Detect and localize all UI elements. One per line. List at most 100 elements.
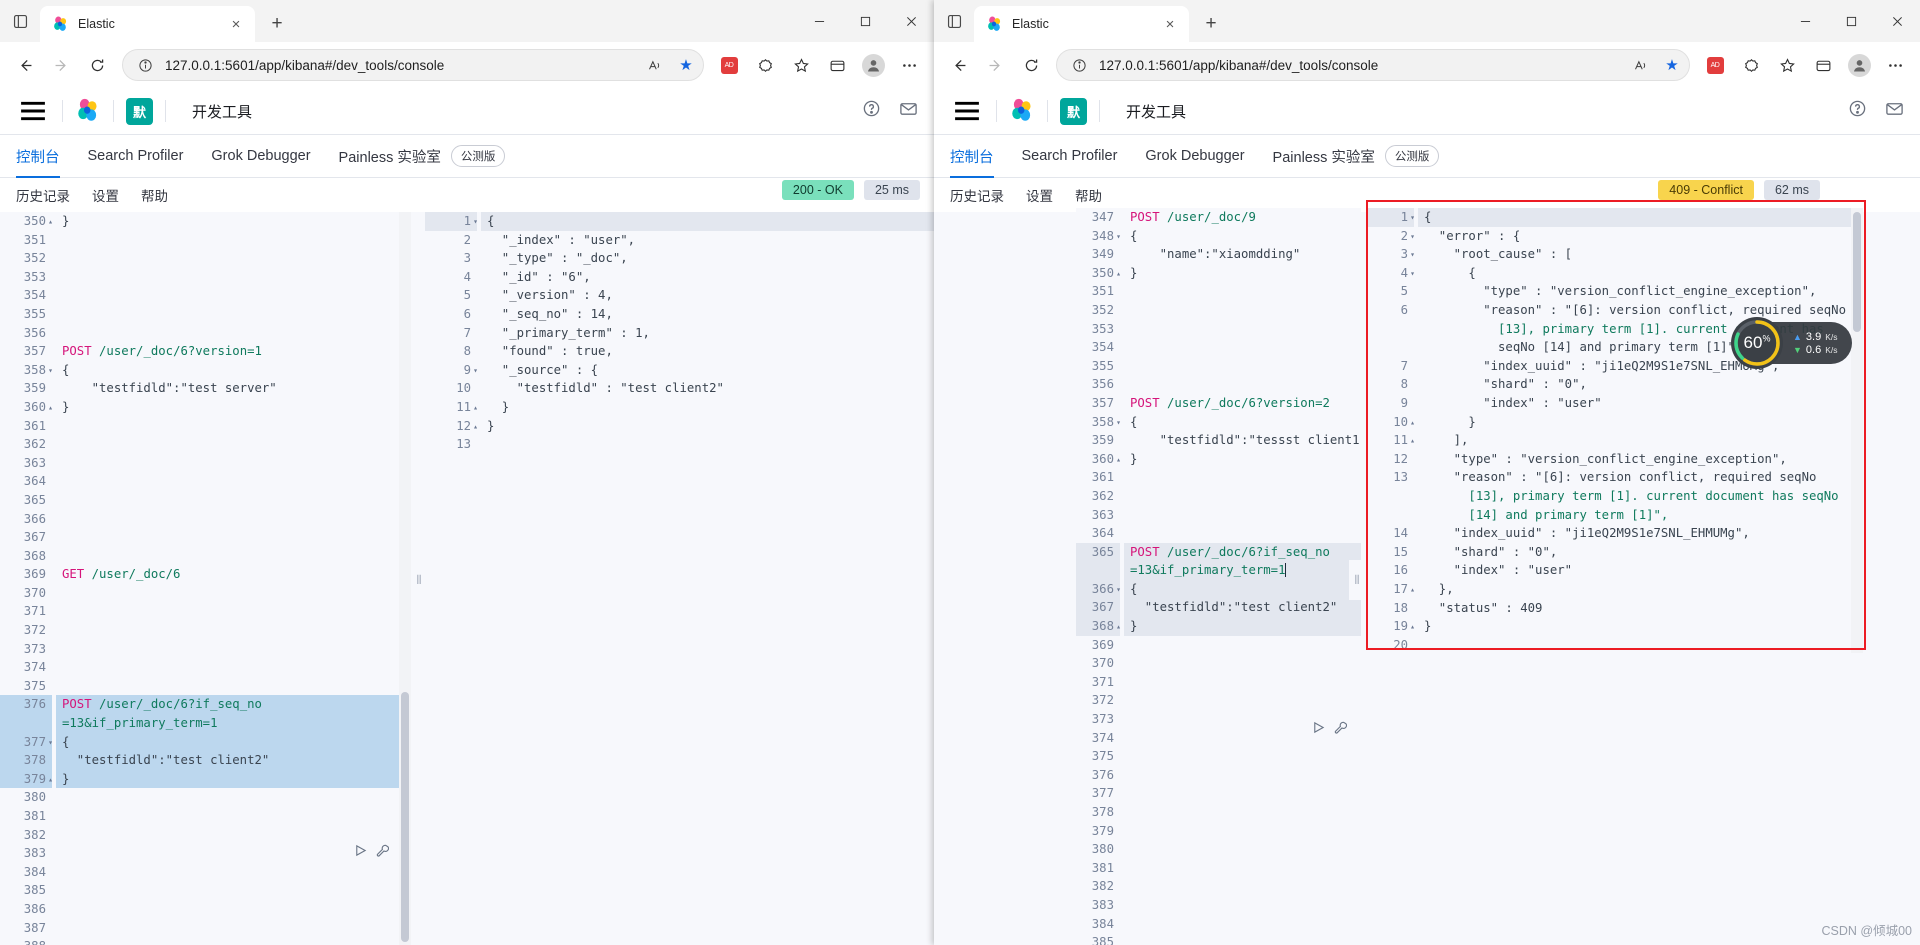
url-bar[interactable]: 127.0.0.1:5601/app/kibana#/dev_tools/con…	[122, 49, 704, 81]
tab-search-profiler[interactable]: Search Profiler	[88, 135, 184, 178]
response-viewer-right[interactable]: 1 ▾ 2 ▾ 3 ▾ 4 ▾ 5 6 7 8 9 10 ▴ 11 ▴ 12 13 14 15 16 17 ▴ 18 19 ▴ 20 …	[1368, 208, 1863, 653]
pane-splitter-left[interactable]: ⦀	[411, 212, 425, 945]
maximize-icon[interactable]	[1828, 0, 1874, 42]
network-speed-widget[interactable]: 60% ▲ 3.9 K/s ▼ 0.6 K/s	[1731, 317, 1852, 369]
read-aloud-icon[interactable]	[1630, 54, 1652, 76]
forward-arrow-icon[interactable]	[44, 48, 78, 82]
menu-settings[interactable]: 设置	[1026, 185, 1053, 205]
tab-close-icon[interactable]: ×	[225, 13, 247, 35]
new-tab-button[interactable]: +	[1195, 8, 1227, 40]
more-options-icon[interactable]	[892, 48, 926, 82]
play-triangle-icon[interactable]	[1312, 721, 1325, 739]
tab-close-icon[interactable]: ×	[1159, 13, 1181, 35]
tab-grok-debugger[interactable]: Grok Debugger	[1145, 135, 1244, 178]
tab-grok-debugger[interactable]: Grok Debugger	[211, 135, 310, 178]
profile-avatar-icon[interactable]	[1842, 48, 1876, 82]
tab-painless-lab[interactable]: Painless 实验室 公测版	[339, 135, 506, 178]
editor-scrollbar-left[interactable]	[399, 212, 411, 945]
request-editor-right[interactable]: 347 348 ▾ 349 350 ▴ 351 352 353 354 355 356 357 358 ▾ 3…	[1076, 208, 1361, 945]
response-status-right: 409 - Conflict 62 ms	[1658, 180, 1820, 200]
help-icon[interactable]	[862, 99, 881, 123]
response-scrollbar-right[interactable]	[1851, 208, 1863, 653]
reload-icon[interactable]	[1014, 48, 1048, 82]
close-icon[interactable]	[888, 0, 934, 42]
elastic-logo-icon[interactable]	[1009, 98, 1035, 124]
reload-icon[interactable]	[80, 48, 114, 82]
line-number: 371	[1091, 674, 1114, 689]
tab-search-icon[interactable]	[934, 0, 974, 42]
editor-lines[interactable]: } POST /user/_doc/6?version=1 { "testfidl…	[56, 212, 411, 945]
menu-help[interactable]: 帮助	[141, 185, 168, 205]
back-arrow-icon[interactable]	[8, 48, 42, 82]
browser-essentials-icon[interactable]	[820, 48, 854, 82]
play-triangle-icon[interactable]	[354, 844, 367, 862]
beta-badge: 公测版	[450, 145, 506, 167]
tab-painless-lab[interactable]: Painless 实验室 公测版	[1273, 135, 1440, 178]
star-filled-icon[interactable]: ★	[1661, 54, 1683, 76]
response-viewer-left[interactable]: 1 ▾ 2 3 4 5 6 7 8 9 ▾ 10 11 ▴ 12 ▴ 13 { "_index" : "user…	[425, 212, 934, 945]
help-icon[interactable]	[1848, 99, 1867, 123]
new-tab-button[interactable]: +	[261, 8, 293, 40]
line-number: 369	[23, 567, 46, 582]
editor-lines[interactable]: POST /user/_doc/9{ "name":"xiaomdding"} …	[1124, 208, 1361, 945]
hamburger-menu-icon[interactable]	[16, 94, 50, 128]
url-text: 127.0.0.1:5601/app/kibana#/dev_tools/con…	[165, 57, 445, 73]
upload-arrow-icon: ▲	[1793, 331, 1802, 342]
menu-history[interactable]: 历史记录	[16, 185, 70, 205]
close-icon[interactable]	[1874, 0, 1920, 42]
split-screen-icon[interactable]	[1770, 48, 1804, 82]
tab-strip-left: Elastic × +	[0, 0, 934, 42]
space-badge[interactable]: 默	[1060, 97, 1087, 125]
mail-icon[interactable]	[1885, 99, 1904, 123]
tab-label: 控制台	[16, 149, 60, 166]
wrench-icon[interactable]	[1334, 721, 1347, 739]
request-actions-left[interactable]	[354, 844, 389, 862]
extension-red-icon[interactable]: AD	[712, 48, 746, 82]
code-line: {	[481, 212, 934, 231]
pane-splitter-right[interactable]: ⦀	[1349, 560, 1363, 600]
menu-history[interactable]: 历史记录	[950, 185, 1004, 205]
line-number: 379 ▴	[0, 769, 53, 789]
menu-settings[interactable]: 设置	[92, 185, 119, 205]
browser-window-left: Elastic × + 127.0.0.1:5601/app/kibana#/d…	[0, 0, 934, 945]
minimize-icon[interactable]	[796, 0, 842, 42]
upload-unit: K/s	[1825, 331, 1838, 342]
upload-value: 3.9	[1805, 330, 1822, 343]
tab-search-profiler[interactable]: Search Profiler	[1022, 135, 1118, 178]
line-number: 350 ▴	[23, 214, 53, 228]
minimize-icon[interactable]	[1782, 0, 1828, 42]
wrench-icon[interactable]	[376, 844, 389, 862]
read-aloud-icon[interactable]	[644, 54, 666, 76]
hamburger-menu-icon[interactable]	[950, 94, 984, 128]
request-editor-left[interactable]: 350 ▴ 351 352 353 354 355 356 357 358 ▾ 359 360 ▴ 361 3…	[0, 212, 411, 945]
extension-red-icon[interactable]: AD	[1698, 48, 1732, 82]
star-filled-icon[interactable]: ★	[675, 54, 697, 76]
line-number: 384	[1091, 916, 1114, 931]
response-lines: { "error" : { "root_cause" : [ { "type" …	[1418, 208, 1863, 653]
profile-avatar-icon[interactable]	[856, 48, 890, 82]
tab-search-icon[interactable]	[0, 0, 40, 42]
request-actions-right[interactable]	[1312, 721, 1347, 739]
forward-arrow-icon[interactable]	[978, 48, 1012, 82]
back-arrow-icon[interactable]	[942, 48, 976, 82]
tab-console[interactable]: 控制台	[950, 135, 994, 178]
code-line: POST /user/_doc/6?version=1	[62, 344, 262, 359]
more-options-icon[interactable]	[1878, 48, 1912, 82]
collections-icon[interactable]	[748, 48, 782, 82]
mail-icon[interactable]	[899, 99, 918, 123]
space-badge[interactable]: 默	[126, 97, 153, 125]
tab-label: Painless 实验室	[1272, 149, 1375, 166]
elastic-logo-icon[interactable]	[75, 98, 101, 124]
collections-icon[interactable]	[1734, 48, 1768, 82]
tab-console[interactable]: 控制台	[16, 135, 60, 178]
menu-help[interactable]: 帮助	[1075, 185, 1102, 205]
code-line: "index" : "user"	[1424, 563, 1573, 578]
maximize-icon[interactable]	[842, 0, 888, 42]
split-screen-icon[interactable]	[784, 48, 818, 82]
url-bar[interactable]: 127.0.0.1:5601/app/kibana#/dev_tools/con…	[1056, 49, 1690, 81]
browser-tab[interactable]: Elastic ×	[974, 6, 1189, 42]
line-number: 1 ▾	[425, 212, 478, 231]
browser-essentials-icon[interactable]	[1806, 48, 1840, 82]
browser-tab[interactable]: Elastic ×	[40, 6, 255, 42]
